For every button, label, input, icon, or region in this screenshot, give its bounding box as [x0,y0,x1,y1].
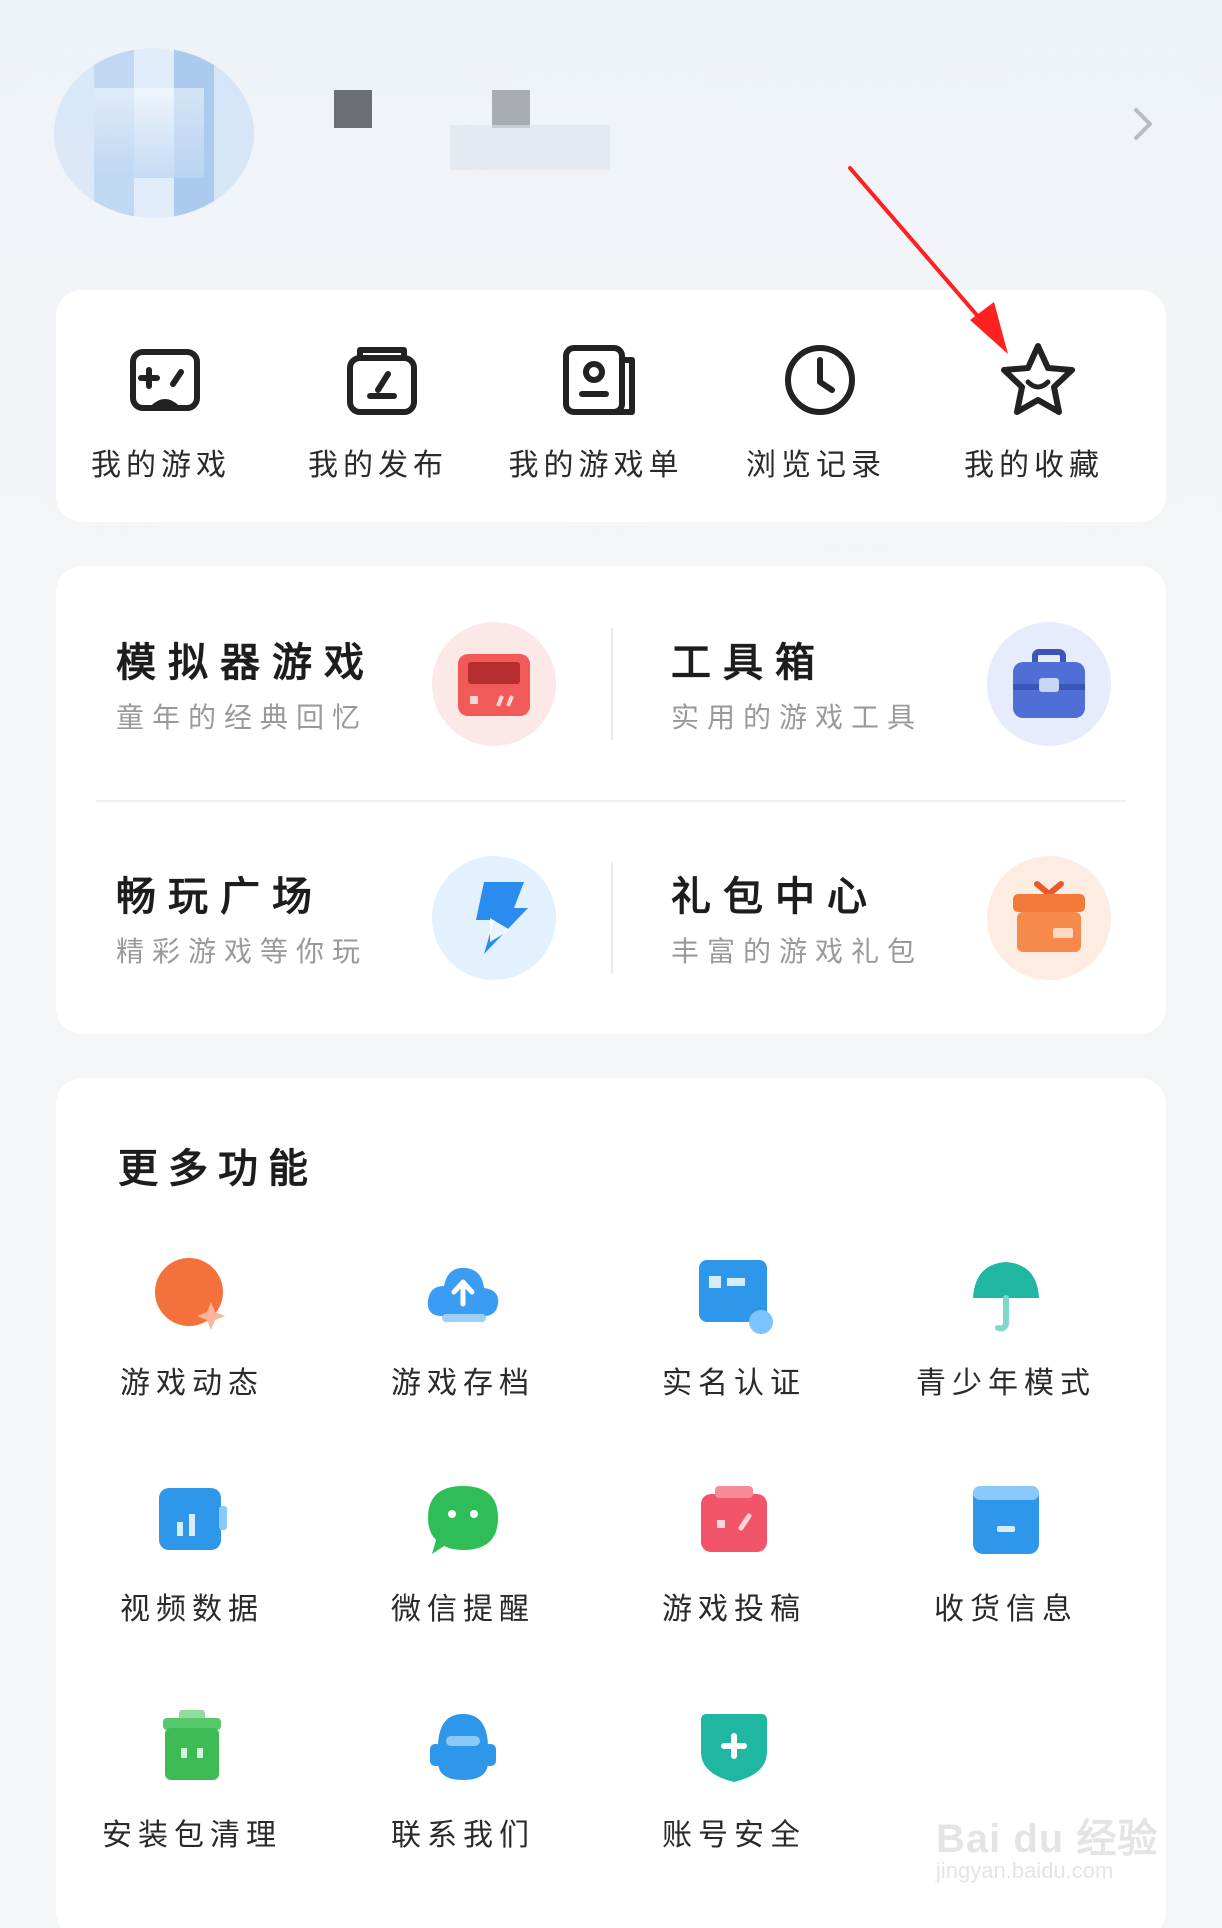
game-submit-icon [701,1486,767,1552]
fn-label: 游戏存档 [391,1366,535,1401]
favorites-label: 我的收藏 [964,448,1104,483]
my-game-list-label: 我的游戏单 [508,448,684,483]
profile-header[interactable] [0,0,1222,260]
feature-subtitle: 童年的经典回忆 [116,701,369,734]
fn-label: 实名认证 [662,1366,806,1401]
game-submission-button[interactable]: 游戏投稿 [599,1482,869,1682]
section-title: 更多功能 [118,1146,318,1192]
real-name-verify-button[interactable]: 实名认证 [599,1256,869,1456]
video-data-button[interactable]: 视频数据 [57,1482,327,1682]
my-games-button[interactable]: 我的游戏 [61,290,261,522]
emulator-games-button[interactable]: 模拟器游戏 童年的经典回忆 [56,566,611,800]
play-square-button[interactable]: 畅玩广场 精彩游戏等你玩 [56,800,611,1034]
package-cleanup-button[interactable]: 安装包清理 [57,1708,327,1908]
my-game-list-button[interactable]: 我的游戏单 [496,290,696,522]
history-label: 浏览记录 [746,448,886,483]
game-list-icon [563,345,635,415]
play-square-icon [432,856,556,980]
gift-icon [987,856,1111,980]
fn-label: 视频数据 [120,1592,264,1627]
gamepad-icon [130,349,200,411]
fn-label: 安装包清理 [102,1818,282,1853]
username-pixelated [492,90,530,128]
wechat-icon [428,1486,498,1554]
shield-icon [701,1714,767,1782]
toolbox-button[interactable]: 工具箱 实用的游戏工具 [611,566,1166,800]
emulator-icon [432,622,556,746]
username-blur [450,125,610,170]
feature-title: 礼包中心 [671,874,879,920]
my-games-label: 我的游戏 [91,448,231,483]
fn-label: 收货信息 [934,1592,1078,1627]
cloud-upload-icon [427,1267,499,1322]
avatar[interactable] [54,48,254,218]
my-posts-label: 我的发布 [308,448,448,483]
teen-mode-button[interactable]: 青少年模式 [871,1256,1141,1456]
feature-title: 模拟器游戏 [116,640,376,686]
chevron-right-icon[interactable] [1128,104,1158,144]
feature-subtitle: 精彩游戏等你玩 [116,935,369,968]
wechat-reminder-button[interactable]: 微信提醒 [328,1482,598,1682]
watermark-url: jingyan.baidu.com [936,1858,1114,1883]
contact-us-button[interactable]: 联系我们 [328,1708,598,1908]
game-saves-button[interactable]: 游戏存档 [328,1256,598,1456]
feature-subtitle: 实用的游戏工具 [671,701,924,734]
toolbox-icon [987,622,1111,746]
gift-center-button[interactable]: 礼包中心 丰富的游戏礼包 [611,800,1166,1034]
fn-label: 联系我们 [391,1818,535,1853]
my-posts-button[interactable]: 我的发布 [278,290,478,522]
game-news-icon [155,1258,225,1330]
feature-title: 工具箱 [671,640,827,686]
fn-label: 账号安全 [662,1818,806,1853]
fn-label: 青少年模式 [916,1366,1096,1401]
address-icon [973,1486,1039,1554]
feature-title: 畅玩广场 [116,874,324,920]
publish-icon [347,347,417,415]
video-stats-icon [159,1488,227,1550]
umbrella-icon [973,1262,1039,1332]
fn-label: 游戏投稿 [662,1592,806,1627]
features-card: 模拟器游戏 童年的经典回忆 工具箱 实用的游戏工具 畅玩广场 精彩游戏等你玩 礼… [56,566,1166,1034]
annotation-arrow [848,166,1008,354]
baidu-watermark: Bai du 经验 jingyan.baidu.com [936,1788,1166,1888]
feature-subtitle: 丰富的游戏礼包 [671,935,924,968]
shipping-info-button[interactable]: 收货信息 [871,1482,1141,1682]
account-security-button[interactable]: 账号安全 [599,1708,869,1908]
customer-service-icon [430,1714,496,1780]
fn-label: 微信提醒 [391,1592,535,1627]
id-card-icon [699,1260,773,1334]
trash-icon [163,1710,221,1780]
fn-label: 游戏动态 [120,1366,264,1401]
watermark-brand: Bai du 经验 [936,1817,1159,1861]
game-news-button[interactable]: 游戏动态 [57,1256,327,1456]
username-pixelated [334,90,372,128]
